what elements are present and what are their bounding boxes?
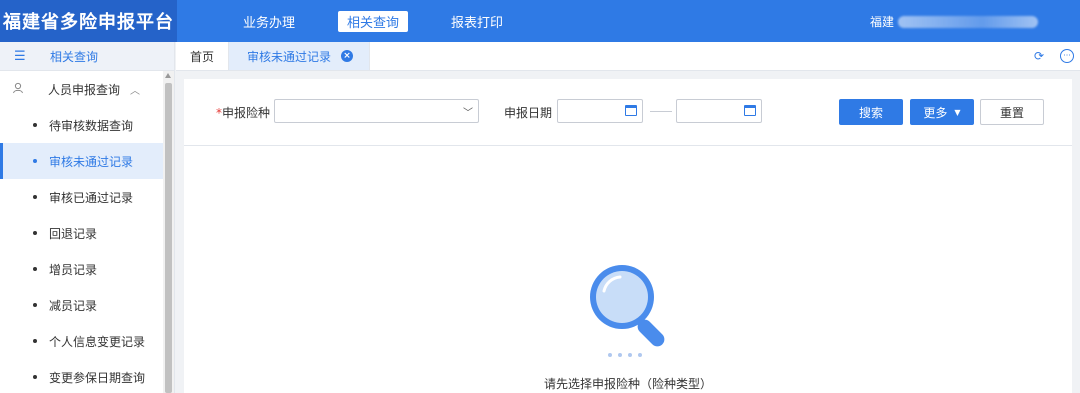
sidebar-item-rejected[interactable]: 审核未通过记录 [0, 143, 174, 179]
magnifier-illustration-icon [582, 259, 678, 362]
insurance-type-select[interactable]: ﹀ [274, 99, 479, 123]
bullet-dot [33, 303, 37, 307]
app-title: 福建省多险申报平台 [0, 0, 177, 42]
user-info[interactable]: 福建 [870, 13, 1039, 30]
bullet-dot [33, 123, 37, 127]
refresh-icon[interactable]: ⟳ [1032, 49, 1046, 63]
sidebar-item-approved[interactable]: 审核已通过记录 [0, 179, 174, 215]
sidebar-title: 相关查询 [50, 49, 99, 64]
nav-business[interactable]: 业务办理 [234, 11, 304, 32]
user-icon [12, 82, 26, 97]
tab-tools: ⟳ ··· [1018, 49, 1074, 63]
insurance-type-label: *申报险种 [216, 104, 270, 121]
sidebar-header[interactable]: ☰ 相关查询 [0, 42, 174, 71]
user-name-redacted [898, 15, 1039, 28]
tab-home[interactable]: 首页 [176, 42, 230, 70]
date-range-separator [650, 111, 672, 112]
tab-label: 审核未通过记录 [247, 49, 332, 64]
bullet-dot [33, 195, 37, 199]
empty-state-message: 请先选择申报险种（险种类型） [543, 377, 712, 391]
sidebar-item-date-change[interactable]: 变更参保日期查询 [0, 359, 174, 393]
end-date-input[interactable] [676, 99, 762, 123]
sidebar-item-label: 审核已通过记录 [49, 190, 134, 205]
insurance-type-label-text: 申报险种 [222, 106, 271, 120]
sidebar-item-label: 增员记录 [49, 262, 98, 277]
chevron-down-icon: ﹀ [463, 108, 473, 119]
sidebar-group-personnel[interactable]: 人员申报查询 ︿ [0, 71, 174, 107]
chevron-up-icon: ︿ [130, 85, 141, 97]
scroll-thumb[interactable] [165, 83, 172, 393]
calendar-icon[interactable] [625, 105, 637, 116]
search-button[interactable]: 搜索 [839, 99, 903, 125]
sidebar-group-label: 人员申报查询 [48, 82, 121, 97]
sidebar-item-label: 变更参保日期查询 [49, 370, 146, 385]
bullet-dot [33, 339, 37, 343]
user-name: 福建 [870, 15, 895, 29]
tab-label: 首页 [190, 49, 215, 64]
caret-down-icon: ▼ [954, 107, 961, 117]
bullet-dot [33, 375, 37, 379]
start-date-input[interactable] [557, 99, 643, 123]
top-bar: 福建省多险申报平台 业务办理 相关查询 报表打印 福建 [0, 0, 1080, 42]
main-panel: *申报险种 ﹀ 申报日期 搜索 更多 ▼ 重置 请先选择申报险种（险种类型） [184, 79, 1072, 393]
more-options-icon[interactable]: ··· [1060, 49, 1074, 63]
close-icon[interactable]: × [341, 50, 354, 62]
sidebar-item-label: 回退记录 [49, 226, 98, 241]
tab-rejected-records[interactable]: 审核未通过记录 × [229, 42, 371, 70]
sidebar: ☰ 相关查询 人员申报查询 ︿ 待审核数据查询 审核未通过记录 审核已通过记录 … [0, 42, 175, 393]
sidebar-item-pending[interactable]: 待审核数据查询 [0, 107, 174, 143]
sidebar-item-returned[interactable]: 回退记录 [0, 215, 174, 251]
tab-bar: 首页 审核未通过记录 × ⟳ ··· [176, 42, 1080, 71]
sidebar-item-label: 减员记录 [49, 298, 98, 313]
nav-print[interactable]: 报表打印 [442, 11, 512, 32]
nav-query[interactable]: 相关查询 [338, 10, 409, 32]
sidebar-item-label: 个人信息变更记录 [49, 334, 146, 349]
list-icon: ☰ [14, 48, 26, 64]
filter-bar: *申报险种 ﹀ 申报日期 搜索 更多 ▼ 重置 [184, 79, 1072, 146]
reset-button[interactable]: 重置 [980, 99, 1044, 125]
sidebar-item-label: 待审核数据查询 [49, 118, 134, 133]
bullet-dot [33, 267, 37, 271]
date-label: 申报日期 [504, 106, 553, 120]
top-nav: 业务办理 相关查询 报表打印 [234, 10, 546, 32]
bullet-dot [33, 159, 37, 163]
sidebar-item-info-change[interactable]: 个人信息变更记录 [0, 323, 174, 359]
bullet-dot [33, 231, 37, 235]
sidebar-scrollbar[interactable] [163, 71, 174, 393]
reset-button-label: 重置 [999, 105, 1024, 120]
search-button-label: 搜索 [858, 105, 883, 120]
calendar-icon[interactable] [744, 105, 756, 116]
sidebar-item-label: 审核未通过记录 [49, 154, 134, 169]
sidebar-item-added[interactable]: 增员记录 [0, 251, 174, 287]
more-button-label: 更多 [923, 105, 948, 120]
scroll-up-arrow-icon[interactable] [165, 73, 171, 78]
sidebar-item-removed[interactable]: 减员记录 [0, 287, 174, 323]
more-button[interactable]: 更多 ▼ [910, 99, 974, 125]
